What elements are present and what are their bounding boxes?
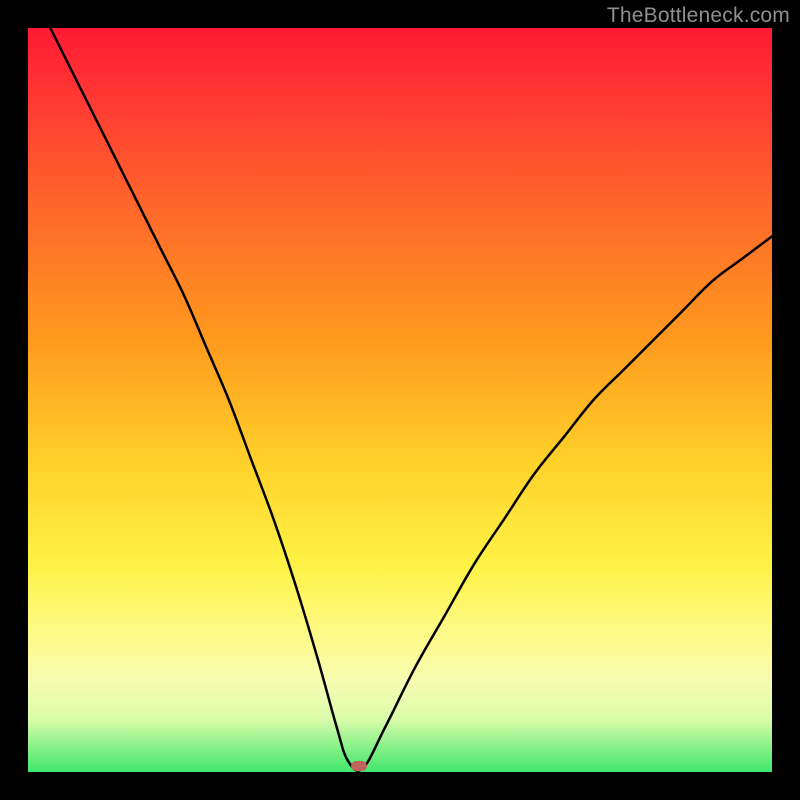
- watermark-text: TheBottleneck.com: [607, 4, 790, 28]
- bottleneck-curve: [28, 28, 772, 772]
- chart-frame: TheBottleneck.com: [0, 0, 800, 800]
- optimal-point-marker: [351, 761, 367, 771]
- plot-area: [28, 28, 772, 772]
